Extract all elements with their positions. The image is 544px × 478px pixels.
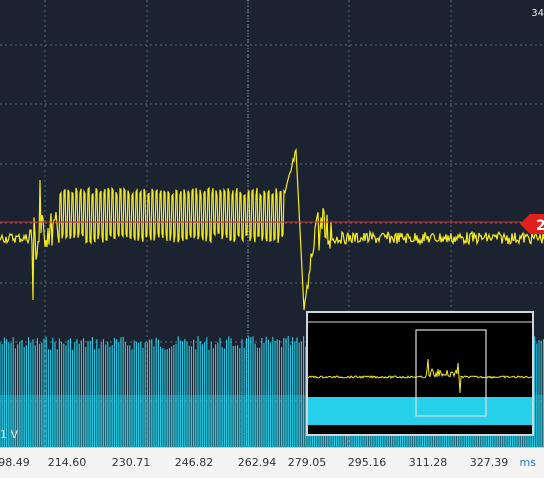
oscilloscope-display[interactable]: 2 34 1 V	[0, 0, 544, 447]
x-tick: 311.28	[408, 456, 448, 469]
x-tick: 262.94	[237, 456, 277, 469]
overview-window[interactable]	[306, 311, 534, 436]
time-axis: 98.49 214.60 230.71 246.82 262.94 279.05…	[0, 447, 544, 478]
channel-scale-label: 1 V	[0, 428, 19, 441]
x-tick: 327.39	[469, 456, 509, 469]
x-tick: 246.82	[174, 456, 214, 469]
x-tick: 230.71	[111, 456, 151, 469]
x-tick: 295.16	[347, 456, 387, 469]
overview-plot	[308, 321, 532, 425]
overview-channel1-trace	[308, 358, 532, 394]
x-axis-unit: ms	[519, 456, 536, 469]
channel1-trace	[0, 147, 544, 311]
x-tick: 279.05	[287, 456, 327, 469]
trigger-marker-label: 2	[536, 218, 544, 234]
top-right-readout: 34	[531, 8, 544, 19]
x-tick: 214.60	[47, 456, 87, 469]
x-tick: 98.49	[0, 456, 30, 469]
overview-channel2-band	[308, 397, 532, 425]
